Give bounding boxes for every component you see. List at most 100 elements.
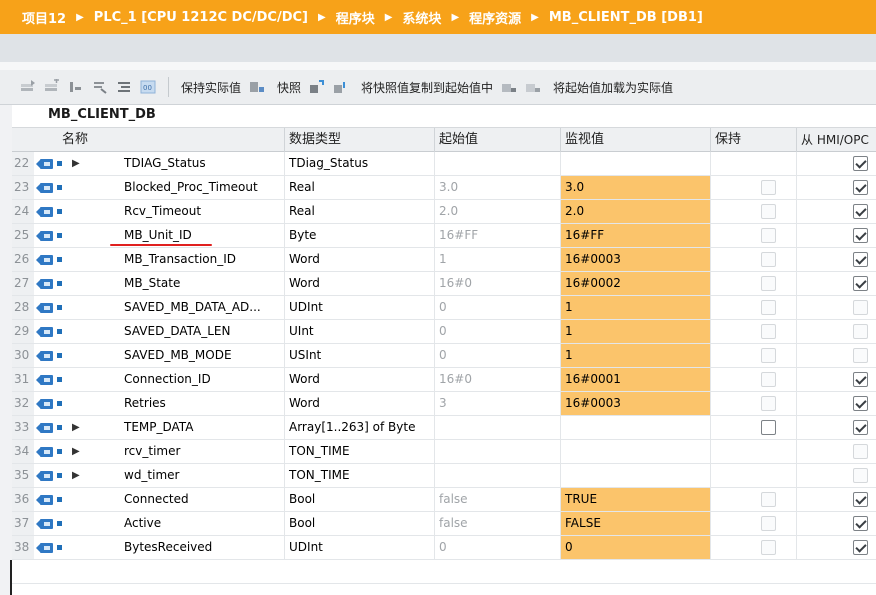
insert-row-icon[interactable] [18,78,38,96]
row-start-value[interactable]: 2.0 [434,200,560,223]
row-start-value[interactable]: 16#0 [434,368,560,391]
retain-checkbox[interactable] [761,372,776,387]
row-name[interactable]: Retries [124,392,166,415]
retain-checkbox[interactable] [761,276,776,291]
row-start-value[interactable]: 0 [434,536,560,559]
row-datatype[interactable]: TON_TIME [284,440,434,463]
table-row[interactable]: 29 SAVED_DATA_LEN UInt 0 1 [12,320,876,344]
copy-snapshot-to-start-button[interactable]: 将快照值复制到起始值中 [361,79,493,96]
row-datatype[interactable]: UDInt [284,296,434,319]
col-monitor-value[interactable]: 监视值 [560,128,710,152]
hmi-accessible-checkbox[interactable] [853,468,868,483]
breadcrumb-system-blocks[interactable]: 系统块 [402,8,441,27]
table-row[interactable]: 27 MB_State Word 16#0 16#0002 [12,272,876,296]
load-start-as-actual-button[interactable]: 将起始值加载为实际值 [553,79,673,96]
load-start-values-icon[interactable] [523,78,543,96]
row-start-value[interactable]: 0 [434,296,560,319]
expand-triangle-icon[interactable]: ▶ [72,464,80,487]
retain-checkbox[interactable] [761,180,776,195]
retain-checkbox[interactable] [761,396,776,411]
col-retain[interactable]: 保持 [710,128,796,152]
hmi-accessible-checkbox[interactable] [853,252,868,267]
copy-snapshot-to-start-icon[interactable] [331,78,351,96]
row-datatype[interactable]: UDInt [284,536,434,559]
breadcrumb-program-blocks[interactable]: 程序块 [336,8,375,27]
snapshot-button[interactable]: 快照 [277,79,301,96]
breadcrumb-plc[interactable]: PLC_1 [CPU 1212C DC/DC/DC] [94,10,308,25]
table-row[interactable]: 34 ▶ rcv_timer TON_TIME [12,440,876,464]
row-monitor-value[interactable]: FALSE [560,512,710,535]
row-start-value[interactable] [434,152,560,175]
table-row[interactable]: 35 ▶ wd_timer TON_TIME [12,464,876,488]
table-row[interactable]: 26 MB_Transaction_ID Word 1 16#0003 [12,248,876,272]
monitor-all-icon[interactable]: 00 [138,78,158,96]
breadcrumb-project[interactable]: 项目12 [22,8,66,27]
expand-triangle-icon[interactable]: ▶ [72,416,80,439]
row-start-value[interactable]: 1 [434,248,560,271]
empty-row[interactable] [12,560,876,584]
row-start-value[interactable]: 0 [434,320,560,343]
table-row[interactable]: 32 Retries Word 3 16#0003 [12,392,876,416]
row-datatype[interactable]: Word [284,392,434,415]
retain-checkbox[interactable] [761,204,776,219]
add-row-icon[interactable] [42,78,62,96]
retain-checkbox[interactable] [761,324,776,339]
row-name[interactable]: rcv_timer [124,440,180,463]
row-monitor-value[interactable]: 16#0002 [560,272,710,295]
row-name[interactable]: Rcv_Timeout [124,200,201,223]
row-name[interactable]: TDIAG_Status [124,152,206,175]
row-datatype[interactable]: Array[1..263] of Byte [284,416,434,439]
row-name[interactable]: MB_State [124,272,180,295]
row-monitor-value[interactable]: 16#FF [560,224,710,247]
row-monitor-value[interactable]: TRUE [560,488,710,511]
row-datatype[interactable]: Word [284,248,434,271]
row-monitor-value[interactable] [560,440,710,463]
expand-all-icon[interactable] [66,78,86,96]
hmi-accessible-checkbox[interactable] [853,204,868,219]
retain-checkbox[interactable] [761,540,776,555]
retain-checkbox[interactable] [761,420,776,435]
row-datatype[interactable]: Bool [284,512,434,535]
hmi-accessible-checkbox[interactable] [853,324,868,339]
row-monitor-value[interactable]: 1 [560,344,710,367]
row-datatype[interactable]: Real [284,176,434,199]
row-monitor-value[interactable] [560,464,710,487]
col-name[interactable]: 名称 [58,128,284,152]
hmi-accessible-checkbox[interactable] [853,228,868,243]
table-row[interactable]: 28 SAVED_MB_DATA_AD... UDInt 0 1 [12,296,876,320]
row-name[interactable]: SAVED_DATA_LEN [124,320,230,343]
table-row[interactable]: 23 Blocked_Proc_Timeout Real 3.0 3.0 [12,176,876,200]
hmi-accessible-checkbox[interactable] [853,540,868,555]
row-start-value[interactable]: 0 [434,344,560,367]
copy-snapshot-icon[interactable] [307,78,327,96]
hmi-accessible-checkbox[interactable] [853,492,868,507]
hmi-accessible-checkbox[interactable] [853,276,868,291]
row-name[interactable]: wd_timer [124,464,179,487]
table-row[interactable]: 31 Connection_ID Word 16#0 16#0001 [12,368,876,392]
hmi-accessible-checkbox[interactable] [853,396,868,411]
collapse-all-icon[interactable] [90,78,110,96]
table-row[interactable]: 24 Rcv_Timeout Real 2.0 2.0 [12,200,876,224]
keep-actual-values-button[interactable]: 保持实际值 [181,79,241,96]
breadcrumb-program-resources[interactable]: 程序资源 [469,8,521,27]
row-datatype[interactable]: Real [284,200,434,223]
row-name[interactable]: Connected [124,488,189,511]
retain-checkbox[interactable] [761,492,776,507]
hmi-accessible-checkbox[interactable] [853,372,868,387]
row-name[interactable]: SAVED_MB_MODE [124,344,232,367]
breadcrumb-db[interactable]: MB_CLIENT_DB [DB1] [549,10,703,25]
row-monitor-value[interactable] [560,416,710,439]
row-monitor-value[interactable] [560,152,710,175]
row-name[interactable]: TEMP_DATA [124,416,193,439]
row-name[interactable]: Blocked_Proc_Timeout [124,176,258,199]
hmi-accessible-checkbox[interactable] [853,180,868,195]
row-monitor-value[interactable]: 3.0 [560,176,710,199]
row-name[interactable]: Connection_ID [124,368,211,391]
row-name[interactable]: SAVED_MB_DATA_AD... [124,296,261,319]
table-row[interactable]: 37 Active Bool false FALSE [12,512,876,536]
row-start-value[interactable] [434,416,560,439]
row-name[interactable]: MB_Transaction_ID [124,248,236,271]
row-datatype[interactable]: USInt [284,344,434,367]
row-monitor-value[interactable]: 16#0003 [560,248,710,271]
row-datatype[interactable]: TON_TIME [284,464,434,487]
